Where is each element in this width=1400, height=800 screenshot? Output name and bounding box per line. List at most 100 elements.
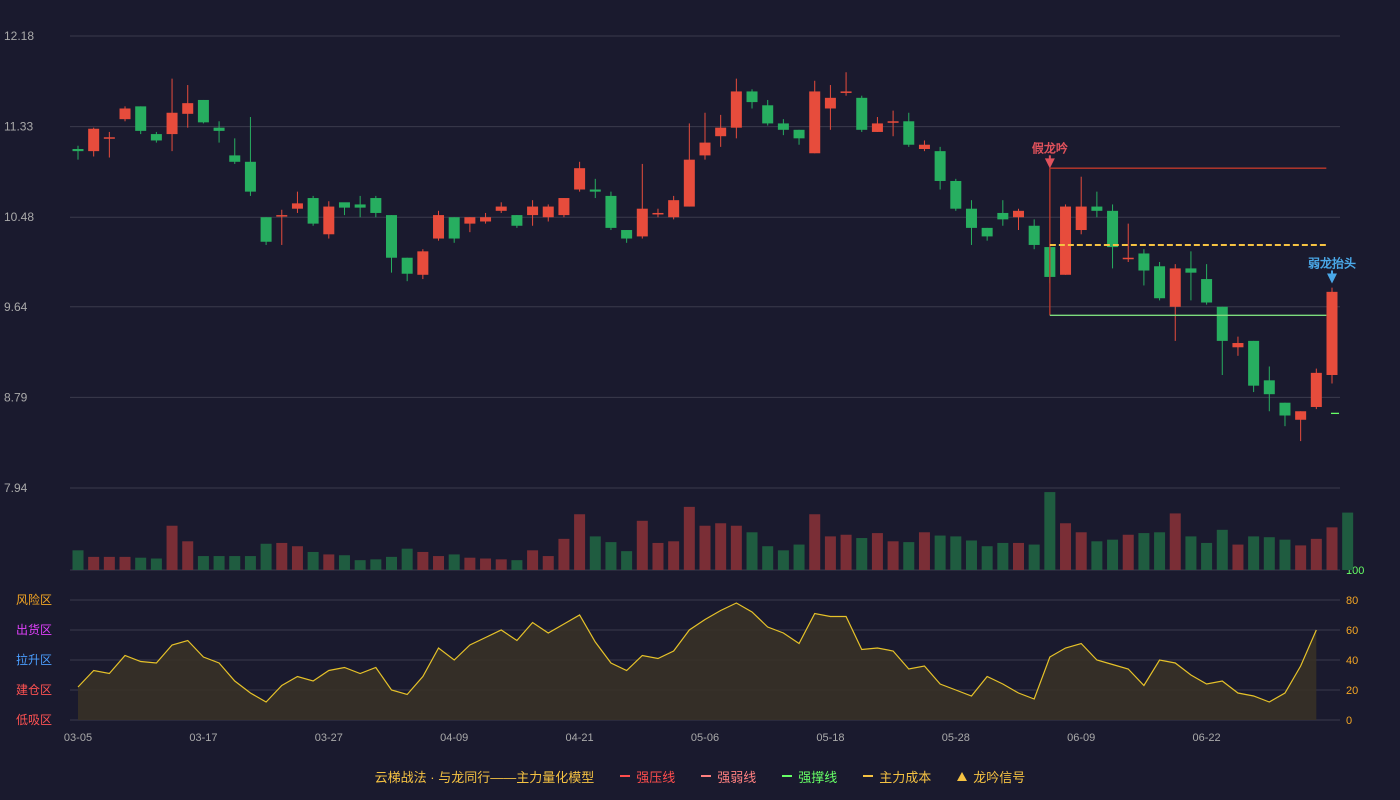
volume-bar (229, 556, 241, 570)
candle-body (762, 105, 774, 124)
candle-body (636, 208, 648, 237)
candle-body (338, 202, 350, 208)
volume-bar (683, 506, 695, 570)
indicator-tick-label: 60 (1346, 625, 1358, 637)
candle-body (668, 200, 680, 218)
candle-body (558, 198, 570, 216)
candle-body (88, 128, 100, 152)
date-tick-label: 03-27 (315, 732, 343, 744)
candle-body (903, 121, 915, 145)
volume-bar (621, 551, 633, 570)
candle-body (417, 251, 429, 275)
legend-item[interactable]: 强压线 (620, 767, 675, 786)
volume-bar (401, 548, 413, 570)
indicator-zone-label: 拉升区 (16, 652, 52, 667)
indicator-tick-label: 20 (1346, 685, 1358, 697)
volume-bar (103, 556, 115, 570)
volume-bar (824, 536, 836, 570)
triangle-icon (957, 771, 968, 781)
candle-body (981, 227, 993, 237)
volume-bar (589, 536, 601, 570)
date-tick-label: 04-09 (440, 732, 468, 744)
candle-body (229, 155, 241, 162)
volume-bar (135, 557, 147, 570)
candle-body (1295, 411, 1307, 420)
volume-bar (1138, 533, 1150, 570)
candle-body (1060, 206, 1072, 275)
volume-bar (1295, 545, 1307, 570)
volume-bar (1028, 544, 1040, 570)
candle-body (527, 206, 539, 216)
volume-bar (323, 554, 335, 570)
date-tick-label: 05-28 (942, 732, 970, 744)
candle-body (856, 97, 868, 130)
indicator-zone-label: 风险区 (16, 592, 52, 607)
volume-bar (762, 546, 774, 570)
candle-body (824, 97, 836, 109)
volume-bar (574, 514, 586, 570)
candle-body (1279, 402, 1291, 416)
candle-body (1169, 268, 1181, 307)
candle-body (1075, 206, 1087, 231)
candle-body (574, 168, 586, 190)
legend-line-icon (620, 775, 631, 777)
candle-body (370, 198, 382, 213)
indicator-tick-label: 40 (1346, 655, 1358, 667)
volume-bar (527, 550, 539, 570)
chart-canvas: 12.1811.3310.489.648.797.94100806040200风… (4, 29, 1364, 744)
candle-body (182, 103, 194, 114)
candle-body (386, 215, 397, 258)
candle-body (103, 137, 115, 139)
volume-bar (1122, 534, 1134, 570)
legend-item[interactable]: 强弱线 (701, 767, 756, 786)
candle-body (997, 212, 1009, 220)
legend-item[interactable]: 云梯战法 · 与龙同行——主力量化模型 (375, 767, 595, 786)
candle-body (511, 215, 523, 226)
volume-bar (1107, 539, 1119, 570)
candle-body (699, 142, 711, 156)
volume-bar (291, 546, 303, 570)
legend-item[interactable]: 主力成本 (863, 767, 931, 786)
candle-body (1310, 372, 1322, 407)
volume-bar (1201, 542, 1213, 570)
volume-bar (386, 556, 397, 570)
date-tick-label: 03-17 (189, 732, 217, 744)
volume-bar (182, 541, 194, 570)
volume-bar (699, 525, 711, 570)
candle-body (1122, 257, 1134, 260)
legend-line-icon (701, 775, 712, 777)
volume-bar (1279, 539, 1291, 570)
legend-item[interactable]: 强撑线 (782, 767, 837, 786)
candle-body (542, 206, 554, 218)
legend-label: 主力成本 (879, 769, 932, 785)
volume-bar (166, 525, 178, 570)
chart-legend: 云梯战法 · 与龙同行——主力量化模型 强压线 强弱线 强撑线 主力成本 龙吟信号 (0, 766, 1400, 786)
candle-body (354, 204, 366, 208)
volume-bar (1263, 537, 1275, 570)
volume-bar (1154, 532, 1166, 570)
volume-bar (715, 523, 727, 570)
indicator-zone-label: 低吸区 (16, 713, 52, 727)
candle-body (746, 91, 758, 103)
volume-bar (72, 550, 84, 570)
volume-bar (652, 542, 664, 570)
indicator-area (78, 603, 1317, 720)
volume-bar (448, 554, 460, 570)
candle-body (480, 217, 492, 222)
volume-bar (150, 558, 162, 570)
volume-bar (793, 544, 805, 570)
price-tick-label: 11.33 (4, 120, 33, 134)
candle-body (464, 217, 476, 224)
volume-bar (1044, 492, 1056, 570)
candle-body (244, 161, 256, 192)
volume-bar (1310, 538, 1322, 570)
price-tick-label: 7.94 (4, 481, 28, 495)
volume-bar (918, 532, 930, 570)
candle-body (1216, 306, 1228, 341)
volume-bar (244, 556, 256, 570)
volume-bar (197, 556, 209, 570)
volume-bar (480, 558, 492, 570)
legend-item[interactable]: 龙吟信号 (957, 767, 1025, 786)
candle-body (965, 208, 977, 228)
candle-body (166, 112, 178, 135)
